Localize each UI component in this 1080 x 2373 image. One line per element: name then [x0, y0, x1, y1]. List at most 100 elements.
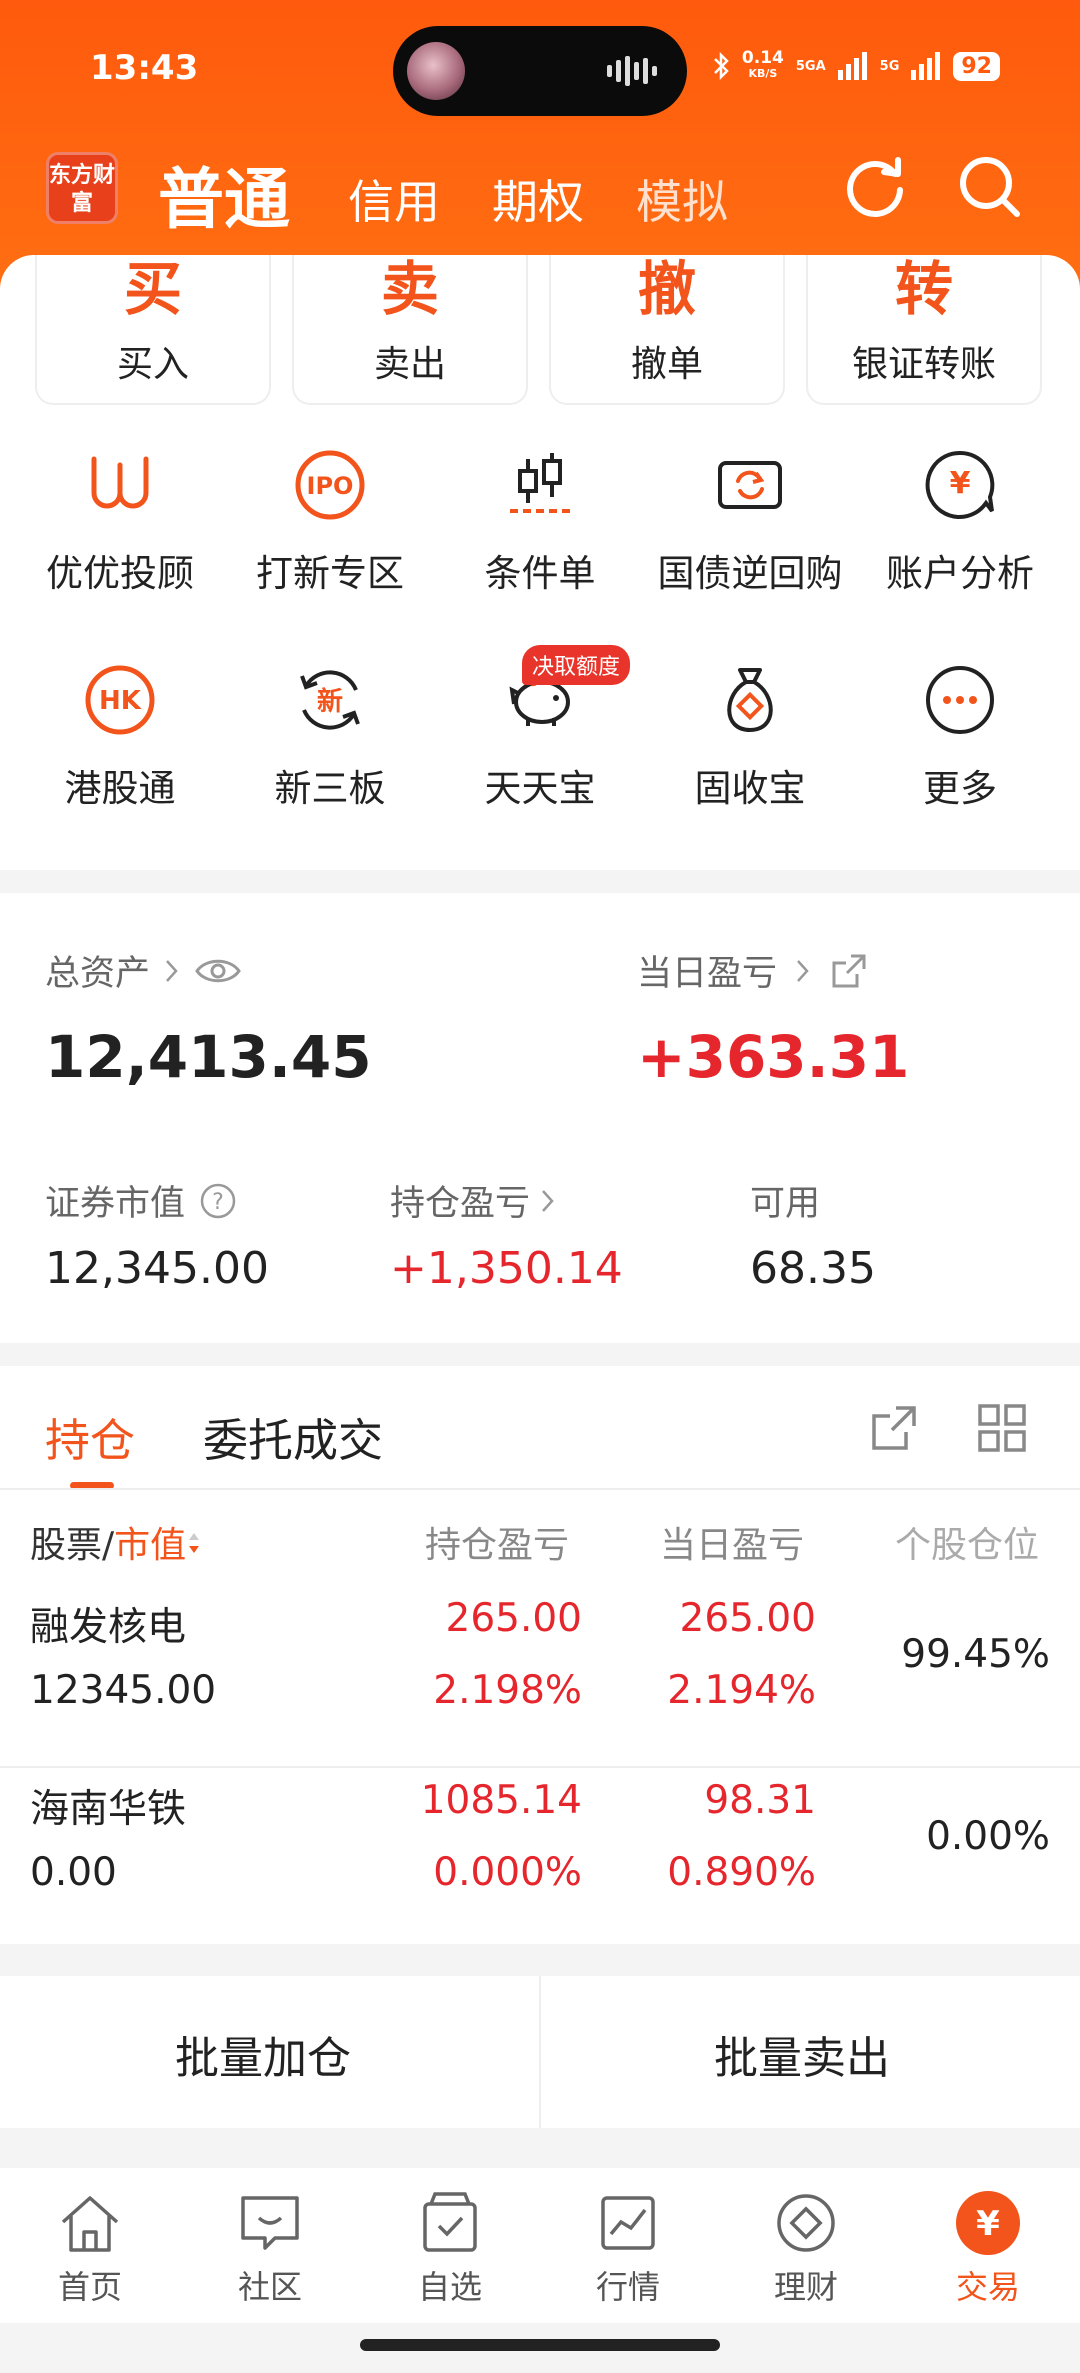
- stock-market-value: 0.00: [30, 1850, 117, 1895]
- repo-ticket-icon: [718, 461, 782, 509]
- batch-sell-button[interactable]: 批量卖出: [714, 2022, 890, 2086]
- grid-hk-connect[interactable]: HK 港股通: [20, 660, 220, 812]
- grid-ipo[interactable]: IPO 打新专区: [230, 445, 430, 597]
- grid-uu-advisor[interactable]: 优优投顾: [20, 445, 220, 597]
- svg-text:HK: HK: [99, 686, 142, 716]
- status-icons: 0.14 KB/S 5GA 5G 92: [712, 50, 1000, 82]
- export-icon[interactable]: [868, 1402, 920, 1454]
- cancel-order-button[interactable]: 撤撤单: [549, 255, 785, 405]
- share-icon[interactable]: [829, 951, 869, 991]
- stock-market-value: 12345.00: [30, 1668, 217, 1713]
- position-pct: 0.00%: [926, 1814, 1050, 1859]
- tab-market[interactable]: 行情: [568, 2188, 688, 2308]
- trade-panel: 买买入 卖卖出 撤撤单 转银证转账 优优投顾 IPO 打新专区 条件单 国债逆回…: [0, 255, 1080, 870]
- tab-normal[interactable]: 普通: [158, 146, 290, 242]
- buy-button[interactable]: 买买入: [35, 255, 271, 405]
- status-time: 13:43: [90, 48, 199, 88]
- sell-button[interactable]: 卖卖出: [292, 255, 528, 405]
- holding-pnl-pct: 0.000%: [433, 1850, 582, 1895]
- stock-name: 海南华铁: [30, 1787, 187, 1832]
- divider: [0, 1488, 1080, 1490]
- tab-wealth[interactable]: 理财: [746, 2188, 866, 2308]
- battery-indicator: 92: [953, 51, 1000, 81]
- daily-pnl: 265.00: [679, 1596, 816, 1641]
- chart-icon: [601, 2196, 655, 2250]
- market-value: 12,345.00: [45, 1243, 269, 1294]
- chevron-right-icon: [797, 959, 809, 982]
- total-assets-value: 12,413.45: [45, 1023, 372, 1091]
- money-bag-icon: [727, 668, 773, 733]
- grid-neeq[interactable]: 新 新三板: [230, 660, 430, 812]
- search-icon[interactable]: [955, 152, 1025, 222]
- yen-icon: ¥: [956, 2191, 1020, 2255]
- grid-more[interactable]: 更多: [860, 660, 1060, 812]
- candlestick-icon: [510, 453, 570, 513]
- svg-text:IPO: IPO: [307, 472, 354, 500]
- header-stock[interactable]: 股票/市值: [30, 1516, 202, 1568]
- tab-community[interactable]: 社区: [210, 2188, 330, 2308]
- signal-icon: [837, 52, 867, 80]
- home-icon: [61, 2196, 119, 2252]
- tab-options[interactable]: 期权: [492, 166, 584, 232]
- tab-positions[interactable]: 持仓: [45, 1404, 135, 1469]
- daily-pnl-pct: 2.194%: [667, 1668, 816, 1713]
- svg-text:¥: ¥: [976, 2204, 1000, 2244]
- svg-text:¥: ¥: [950, 466, 971, 501]
- tab-trade[interactable]: ¥ 交易: [928, 2188, 1048, 2308]
- divider: [539, 1976, 541, 2128]
- divider: [0, 1766, 1080, 1768]
- checkbox-icon: [423, 2192, 477, 2252]
- yen-chat-icon: ¥: [925, 450, 995, 519]
- grid-reverse-repo[interactable]: 国债逆回购: [650, 445, 850, 597]
- daily-pnl-link[interactable]: 当日盈亏: [637, 945, 869, 996]
- tab-home[interactable]: 首页: [30, 2188, 150, 2308]
- bottom-tab-bar: 首页 社区 自选 行情 理财 ¥ 交易: [0, 2168, 1080, 2323]
- refresh-icon[interactable]: [840, 152, 910, 222]
- holding-pnl-link[interactable]: 持仓盈亏: [390, 1175, 556, 1226]
- dynamic-island: [393, 26, 687, 116]
- help-icon[interactable]: ?: [199, 1182, 237, 1220]
- holding-pnl: 1085.14: [420, 1778, 582, 1823]
- tab-watchlist[interactable]: 自选: [390, 2188, 510, 2308]
- svg-text:?: ?: [212, 1190, 224, 1215]
- header-holding-pnl[interactable]: 持仓盈亏: [425, 1516, 569, 1568]
- new-board-icon: 新: [300, 670, 360, 730]
- daily-pnl-label: 当日盈亏: [637, 954, 778, 994]
- tab-credit[interactable]: 信用: [348, 166, 440, 232]
- available-label: 可用: [750, 1184, 821, 1224]
- position-pct: 99.45%: [901, 1632, 1050, 1677]
- available-value: 68.35: [750, 1243, 876, 1294]
- market-value-group: 证券市值 ?: [45, 1175, 237, 1226]
- chevron-right-icon: [542, 1189, 554, 1212]
- batch-actions: 批量加仓 批量卖出: [0, 1976, 1080, 2128]
- holding-pnl-pct: 2.198%: [433, 1668, 582, 1713]
- bank-transfer-button[interactable]: 转银证转账: [806, 255, 1042, 405]
- promo-badge: 决取额度: [522, 645, 631, 685]
- hk-icon: HK: [85, 665, 155, 735]
- home-indicator[interactable]: [360, 2339, 720, 2351]
- grid-gushoubao[interactable]: 固收宝: [650, 660, 850, 812]
- tab-orders[interactable]: 委托成交: [203, 1404, 383, 1469]
- stock-name: 融发核电: [30, 1605, 187, 1650]
- ipo-icon: IPO: [295, 450, 365, 520]
- status-bar: 13:43 0.14 KB/S 5GA 5G 92: [0, 0, 1080, 140]
- total-assets-label: 总资产: [45, 954, 151, 994]
- batch-add-button[interactable]: 批量加仓: [175, 2022, 351, 2086]
- app-logo: 东方财富: [46, 152, 118, 224]
- grid-account-analysis[interactable]: ¥ 账户分析: [860, 445, 1060, 597]
- more-icon: [926, 666, 994, 734]
- daily-pnl-value: +363.31: [637, 1023, 910, 1091]
- holding-pnl-label: 持仓盈亏: [390, 1184, 531, 1224]
- header-daily-pnl[interactable]: 当日盈亏: [660, 1516, 804, 1568]
- market-value-label: 证券市值: [45, 1184, 186, 1224]
- grid-conditional-order[interactable]: 条件单: [440, 445, 640, 597]
- grid-view-icon[interactable]: [976, 1402, 1028, 1454]
- signal-5g-label: 5G: [879, 58, 900, 74]
- audio-wave-icon: [607, 56, 657, 86]
- signal-icon-2: [911, 52, 941, 80]
- chat-icon: [241, 2196, 299, 2250]
- eye-icon[interactable]: [194, 956, 242, 986]
- tab-simulation[interactable]: 模拟: [636, 166, 728, 232]
- total-assets-link[interactable]: 总资产: [45, 945, 242, 996]
- header-position[interactable]: 个股仓位: [895, 1516, 1039, 1568]
